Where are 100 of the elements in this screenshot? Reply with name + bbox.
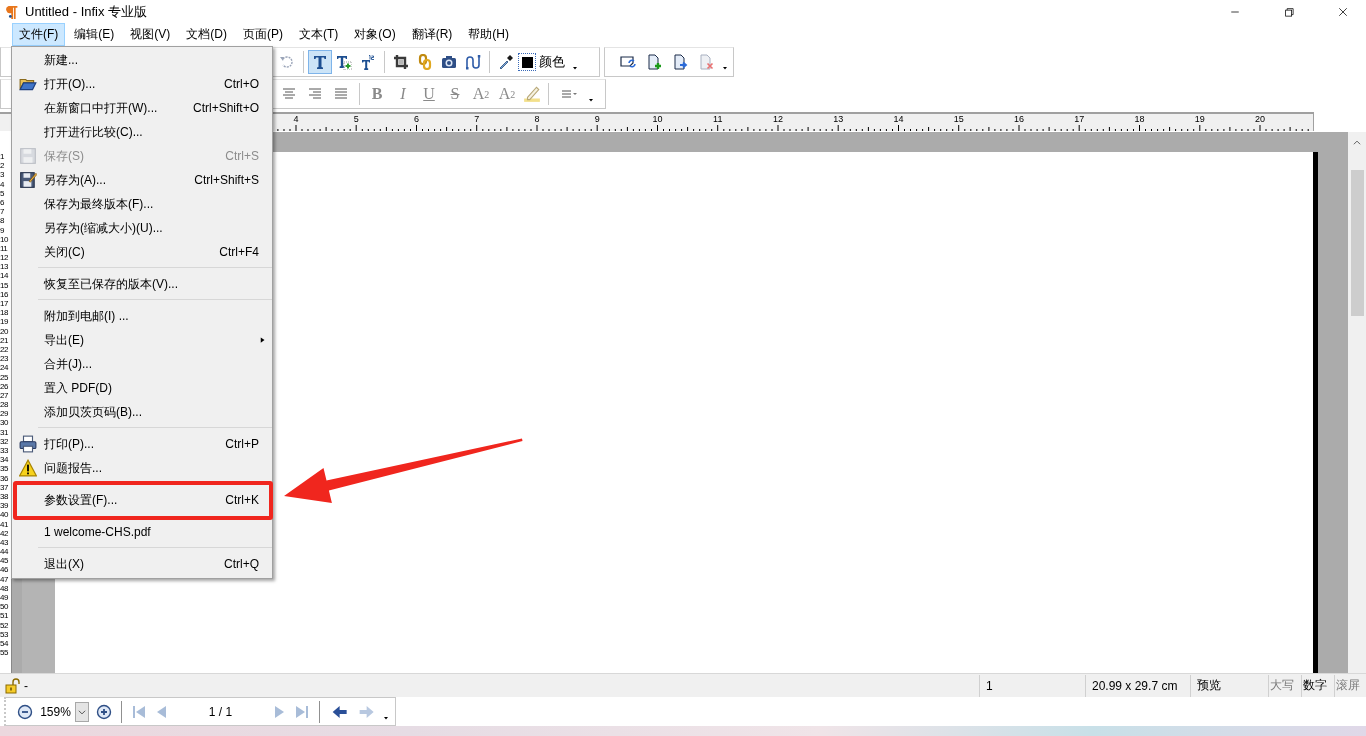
menu-item[interactable]: 帮助(H)	[461, 23, 516, 46]
menu-item[interactable]: 文件(F)	[12, 23, 66, 46]
ruler-number: 6	[0, 197, 5, 208]
ruler-number: 52	[0, 620, 9, 630]
menu-item[interactable]: 打印(P)... Ctrl+P	[12, 432, 272, 456]
menu-item[interactable]: 视图(V)	[123, 23, 178, 46]
ruler-number: 43	[0, 537, 9, 548]
ruler-number: 16	[1014, 114, 1024, 124]
ruler-number: 29	[0, 409, 9, 419]
menu-item[interactable]: 对象(O)	[347, 23, 403, 46]
ruler-number: 27	[0, 390, 9, 401]
ruler-number: 8	[0, 216, 5, 226]
ruler-number: 13	[0, 262, 9, 272]
ruler-number: 54	[0, 638, 9, 649]
ruler-number: 44	[0, 547, 9, 557]
menu-item[interactable]: 参数设置(F)... Ctrl+K	[12, 488, 272, 512]
ruler-number: 19	[0, 317, 9, 327]
ruler-number: 7	[0, 207, 5, 217]
menu-item[interactable]: 问题报告...	[12, 456, 272, 480]
ruler-number: 3	[0, 170, 5, 180]
strikethrough-button[interactable]: S	[442, 82, 468, 106]
menu-item[interactable]: 翻译(R)	[404, 23, 460, 46]
ruler-number: 28	[0, 400, 9, 410]
ruler-number: 10	[652, 114, 663, 124]
ruler-number: 39	[0, 501, 9, 511]
zoom-level: 159%	[39, 704, 72, 719]
ruler-number: 50	[0, 602, 9, 612]
ruler-number: 20	[0, 326, 9, 336]
ruler-number: 47	[0, 574, 9, 584]
ruler-number: 33	[0, 446, 9, 456]
ruler-number: 11	[0, 243, 9, 254]
menu-item[interactable]: 添加贝茨页码(B)...	[12, 400, 272, 424]
ruler-number: 10	[0, 234, 9, 244]
status-field: 20.99 x 29.7 cm	[1085, 674, 1190, 697]
menu-item[interactable]: 文本(T)	[292, 23, 346, 46]
ruler-number: 15	[0, 280, 9, 290]
ruler-number: 12	[773, 114, 783, 124]
ruler-number: 19	[1194, 114, 1205, 124]
ruler-number: 31	[0, 427, 9, 437]
ruler-number: 20	[1255, 114, 1265, 124]
ruler-number: 40	[0, 510, 9, 520]
ruler-number: 45	[0, 556, 9, 566]
menu-item[interactable]: 合并(J)...	[12, 352, 272, 376]
ruler-number: 38	[0, 491, 9, 502]
ruler-number: 9	[594, 114, 600, 124]
ruler-number: 42	[0, 528, 9, 538]
ruler-number: 30	[0, 418, 9, 428]
ruler-number: 55	[0, 648, 9, 658]
page-number: 1 / 1	[207, 704, 234, 719]
menu-item[interactable]: 恢复至已保存的版本(V)...	[12, 272, 272, 296]
ruler-number: 25	[0, 372, 9, 382]
ruler-number: 51	[0, 611, 9, 621]
menu-item[interactable]: 保存为最终版本(F)...	[12, 192, 272, 216]
menu-item[interactable]: 另存为(缩减大小)(U)...	[12, 216, 272, 240]
ruler-number: 18	[0, 308, 9, 318]
ruler-number: 37	[0, 482, 9, 492]
ruler-number: 14	[893, 114, 904, 124]
ruler-number: 5	[353, 114, 359, 124]
ruler-number: 11	[713, 114, 723, 124]
ruler-number: 9	[0, 225, 5, 235]
ruler-number: 4	[0, 179, 5, 189]
ruler-number: 1	[0, 152, 5, 162]
ruler-number: 48	[0, 583, 9, 593]
menu-item[interactable]: 打开进行比较(C)...	[12, 120, 272, 144]
menu-item[interactable]: 编辑(E)	[67, 23, 122, 46]
ruler-number: 35	[0, 464, 9, 474]
menu-item[interactable]: 在新窗口中打开(W)... Ctrl+Shift+O	[12, 96, 272, 120]
status-field: 滚屏	[1334, 674, 1366, 697]
menu-item[interactable]: 1 welcome-CHS.pdf	[12, 520, 272, 544]
window-title: Untitled - Infix 专业版	[25, 2, 148, 21]
status-text: -	[24, 678, 28, 693]
ruler-number: 53	[0, 629, 9, 639]
ruler-number: 7	[474, 114, 480, 124]
ruler-number: 21	[0, 335, 9, 345]
menu-item[interactable]: 新建...	[12, 48, 272, 72]
status-field: 1	[979, 674, 1085, 697]
menu-item[interactable]: 文档(D)	[179, 23, 234, 46]
menu-item[interactable]: 页面(P)	[236, 23, 290, 46]
ruler-number: 23	[0, 354, 9, 364]
menu-item[interactable]: 打开(O)... Ctrl+O	[12, 72, 272, 96]
ruler-number: 14	[0, 271, 9, 281]
ruler-number: 49	[0, 593, 9, 603]
ruler-number: 26	[0, 381, 9, 391]
ruler-number: 34	[0, 455, 9, 465]
ruler-number: 4	[293, 114, 299, 124]
menu-item[interactable]: 关闭(C) Ctrl+F4	[12, 240, 272, 264]
ruler-number: 41	[0, 519, 9, 529]
ruler-number: 13	[833, 114, 844, 124]
ruler-number: 36	[0, 473, 9, 483]
ruler-number: 16	[0, 289, 9, 299]
status-field: 预览	[1190, 674, 1268, 697]
menu-item[interactable]: 导出(E)	[12, 328, 272, 352]
ruler-number: 2	[0, 161, 5, 171]
menu-item[interactable]: 附加到电邮(I) ...	[12, 304, 272, 328]
ruler-number: 12	[0, 253, 9, 263]
menu-item[interactable]: 置入 PDF(D)	[12, 376, 272, 400]
ruler-number: 46	[0, 565, 9, 575]
ruler-number: 8	[534, 114, 540, 124]
menu-item[interactable]: 另存为(A)... Ctrl+Shift+S	[12, 168, 272, 192]
menu-item[interactable]: 退出(X) Ctrl+Q	[12, 552, 272, 576]
